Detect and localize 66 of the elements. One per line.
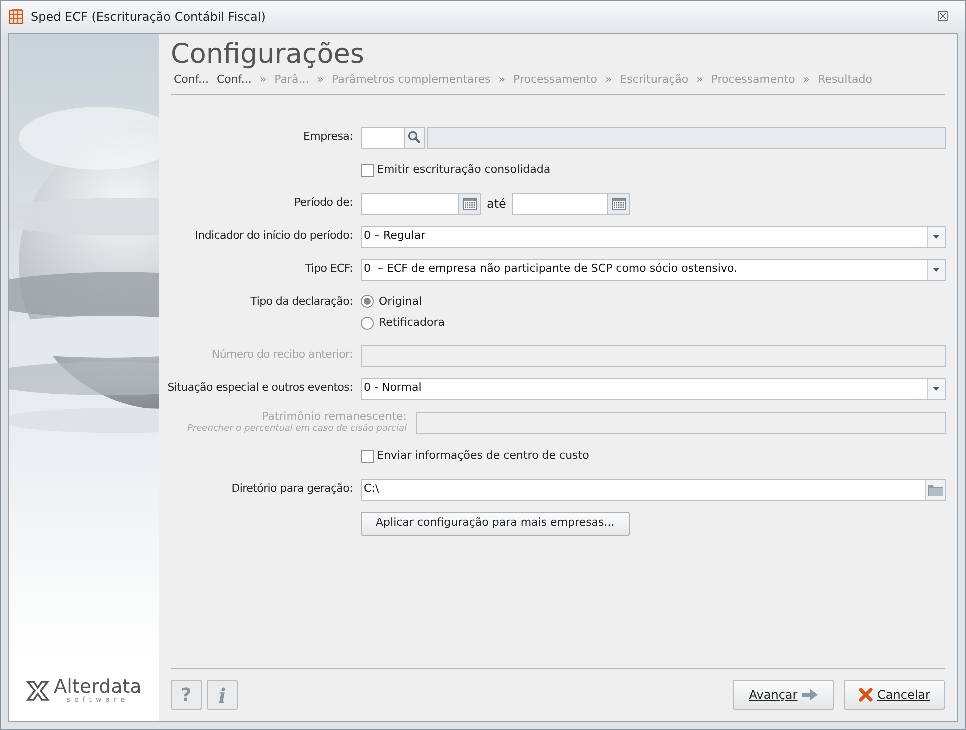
- range-label: até: [487, 196, 506, 212]
- wizard-step: Processamento: [514, 72, 598, 88]
- separator-icon: »: [498, 72, 506, 88]
- separator-icon: »: [696, 72, 704, 88]
- cancel-button[interactable]: Cancelar: [844, 680, 945, 710]
- spreadsheet-icon: [9, 9, 25, 25]
- field-label: Tipo ECF:: [304, 261, 354, 278]
- wizard-step: Parâ...: [274, 72, 310, 88]
- field-label: Número do recibo anterior:: [210, 347, 354, 364]
- dropdown-button[interactable]: [927, 226, 945, 246]
- search-icon: [408, 131, 421, 144]
- wizard-step: Conf...: [216, 72, 252, 88]
- field-label: Patrimônio remanescente:: [262, 410, 407, 422]
- field-label: Tipo da declaração:: [250, 294, 354, 310]
- radio-button[interactable]: [361, 295, 374, 308]
- date-field[interactable]: [512, 192, 630, 214]
- window-title: Sped ECF (Escrituração Contábil Fiscal): [31, 9, 267, 26]
- separator-icon: »: [317, 72, 324, 88]
- dropdown-field[interactable]: 0 - Normal: [361, 378, 946, 400]
- company-name-field[interactable]: [427, 126, 946, 148]
- field-hint: Preencher o percentual em caso de cisão parcial: [188, 422, 407, 434]
- checkbox-label: Emitir escrituração consolidada: [377, 162, 551, 178]
- close-button[interactable]: ☒: [937, 10, 949, 24]
- dropdown-button[interactable]: [927, 260, 945, 280]
- field-label: Situação especial e outros eventos:: [167, 380, 354, 396]
- arrow-icon: [802, 689, 818, 701]
- folder-icon: [928, 484, 943, 496]
- code-field[interactable]: [361, 126, 425, 148]
- dropdown-field[interactable]: 0 – ECF de empresa não participante de SCP como sócio ostensivo.: [361, 258, 946, 280]
- caret-icon: [933, 386, 940, 390]
- checkbox-label: Enviar informações de centro de custo: [377, 448, 590, 464]
- separator-icon: »: [605, 72, 612, 88]
- dropdown-field[interactable]: 0 – Regular: [361, 226, 946, 248]
- wizard-step: Parâmetros complementares: [332, 72, 491, 88]
- calendar-button[interactable]: [607, 194, 630, 214]
- next-button[interactable]: Avançar: [733, 680, 834, 710]
- separator-icon: »: [260, 72, 267, 88]
- radio-button[interactable]: [361, 316, 374, 330]
- wizard-step: Escrituração: [620, 72, 689, 88]
- field-label: Empresa:: [302, 129, 354, 146]
- logo-icon: [26, 679, 50, 703]
- wizard-step: Resultado: [818, 72, 872, 88]
- separator-icon: »: [803, 72, 810, 88]
- checkbox[interactable]: [361, 450, 374, 463]
- calendar-button[interactable]: [458, 194, 480, 214]
- calendar-icon: [462, 197, 476, 210]
- caret-icon: [933, 234, 940, 238]
- wizard-step: Processamento: [711, 72, 796, 88]
- wizard-step: Conf...: [174, 72, 209, 88]
- apply-button[interactable]: Aplicar configuração para mais empresas...: [361, 512, 630, 536]
- logo-name: Alterdata: [54, 678, 142, 697]
- field-label: Indicador do início do período:: [194, 228, 354, 244]
- radio-label: Retificadora: [379, 315, 445, 331]
- radio-label: Original: [379, 294, 422, 310]
- page-title: Configurações: [171, 38, 366, 72]
- browse-button[interactable]: [925, 480, 945, 500]
- field-label: Diretório para geração:: [230, 481, 354, 498]
- date-field[interactable]: [361, 192, 481, 214]
- caret-icon: [933, 268, 940, 272]
- search-button[interactable]: [404, 128, 424, 148]
- field-label: Período de:: [293, 195, 354, 212]
- cross-icon: [858, 688, 873, 702]
- folder-field[interactable]: C:\: [361, 478, 946, 500]
- checkbox[interactable]: [361, 164, 374, 177]
- dropdown-button[interactable]: [927, 378, 945, 398]
- calendar-icon: [612, 197, 626, 210]
